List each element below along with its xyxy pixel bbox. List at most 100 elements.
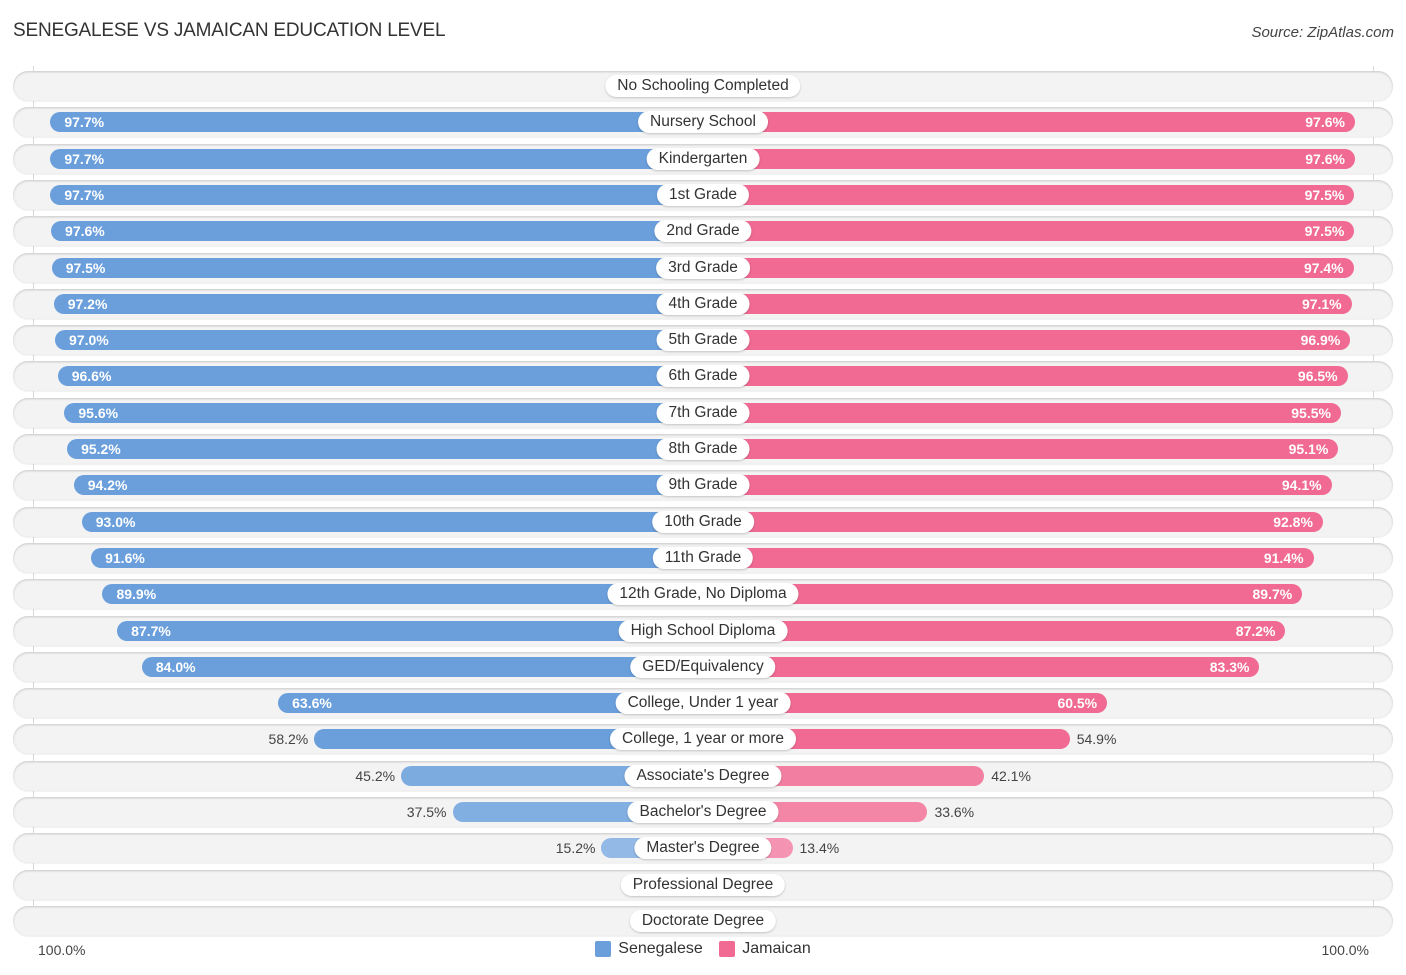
bar-senegalese[interactable] xyxy=(73,475,703,496)
bar-jamaican[interactable] xyxy=(703,184,1355,205)
bar-jamaican[interactable] xyxy=(703,293,1352,314)
legend-item-senegalese[interactable]: Senegalese xyxy=(595,940,703,958)
category-label: Master's Degree xyxy=(634,837,772,860)
bar-senegalese[interactable] xyxy=(81,511,703,532)
value-label-senegalese: 93.0% xyxy=(95,513,136,530)
legend-label: Jamaican xyxy=(742,940,811,957)
category-label: High School Diploma xyxy=(618,619,788,642)
value-label-senegalese: 97.0% xyxy=(69,332,109,349)
value-label-senegalese: 89.9% xyxy=(116,586,157,603)
bar-senegalese[interactable] xyxy=(141,656,703,677)
value-label-jamaican: 42.1% xyxy=(991,767,1031,784)
bar-jamaican[interactable] xyxy=(703,257,1354,278)
legend-item-jamaican[interactable]: Jamaican xyxy=(719,940,811,958)
value-label-senegalese: 84.0% xyxy=(155,658,196,675)
bar-senegalese[interactable] xyxy=(50,112,703,133)
value-label-senegalese: 97.2% xyxy=(67,295,108,312)
category-label: 12th Grade, No Diploma xyxy=(607,583,799,606)
category-label: 11th Grade xyxy=(652,546,754,569)
category-label: College, Under 1 year xyxy=(615,692,791,715)
value-label-senegalese: 96.6% xyxy=(71,368,112,385)
value-label-jamaican: 97.5% xyxy=(1304,223,1345,240)
value-label-senegalese: 97.7% xyxy=(64,186,105,203)
bar-senegalese[interactable] xyxy=(64,402,703,423)
value-label-senegalese: 97.7% xyxy=(64,114,105,131)
category-label: 7th Grade xyxy=(656,401,750,424)
legend: Senegalese Jamaican xyxy=(0,940,1406,962)
bar-jamaican[interactable] xyxy=(703,330,1351,351)
category-label: Professional Degree xyxy=(620,873,786,896)
bar-jamaican[interactable] xyxy=(703,402,1341,423)
bar-jamaican[interactable] xyxy=(703,366,1348,387)
category-label: Associate's Degree xyxy=(624,764,782,787)
bar-senegalese[interactable] xyxy=(55,330,703,351)
bar-senegalese[interactable] xyxy=(67,439,703,459)
value-label-senegalese: 37.5% xyxy=(406,804,447,820)
bar-senegalese[interactable] xyxy=(50,148,703,169)
category-label: 2nd Grade xyxy=(654,220,752,243)
bar-jamaican[interactable] xyxy=(703,620,1286,641)
category-label: 1st Grade xyxy=(656,183,750,206)
bar-jamaican[interactable] xyxy=(703,656,1260,677)
value-label-senegalese: 95.2% xyxy=(81,441,121,457)
legend-swatch-senegalese xyxy=(595,941,612,957)
bar-senegalese[interactable] xyxy=(51,221,703,242)
legend-label: Senegalese xyxy=(618,940,703,957)
bar-senegalese[interactable] xyxy=(117,620,703,641)
value-label-jamaican: 91.4% xyxy=(1263,549,1304,566)
bar-jamaican[interactable] xyxy=(703,221,1355,242)
value-label-jamaican: 60.5% xyxy=(1057,695,1098,712)
value-label-senegalese: 63.6% xyxy=(292,695,332,712)
category-label: GED/Equivalency xyxy=(630,655,776,678)
value-label-senegalese: 58.2% xyxy=(268,731,309,748)
value-label-jamaican: 87.2% xyxy=(1235,622,1276,639)
category-label: 9th Grade xyxy=(656,474,750,497)
value-label-senegalese: 97.7% xyxy=(64,150,105,167)
category-label: 4th Grade xyxy=(656,292,750,315)
value-label-jamaican: 54.9% xyxy=(1076,731,1117,748)
bar-senegalese[interactable] xyxy=(51,257,703,278)
bar-jamaican[interactable] xyxy=(703,511,1323,532)
value-label-jamaican: 97.1% xyxy=(1301,295,1342,312)
legend-swatch-jamaican xyxy=(719,941,736,957)
value-label-jamaican: 97.4% xyxy=(1303,259,1344,276)
value-label-jamaican: 97.6% xyxy=(1305,150,1345,167)
value-label-senegalese: 45.2% xyxy=(355,767,396,784)
value-label-senegalese: 97.6% xyxy=(65,223,105,240)
bar-jamaican[interactable] xyxy=(703,547,1314,568)
bar-senegalese[interactable] xyxy=(50,184,703,205)
value-label-jamaican: 95.1% xyxy=(1288,441,1329,457)
chart-area: 2.3%2.4%No Schooling Completed97.7%97.6%… xyxy=(0,0,1406,975)
value-label-jamaican: 95.5% xyxy=(1291,404,1331,421)
value-label-senegalese: 91.6% xyxy=(105,549,145,566)
bar-senegalese[interactable] xyxy=(53,293,703,314)
value-label-jamaican: 33.6% xyxy=(934,804,975,820)
value-label-jamaican: 89.7% xyxy=(1252,586,1293,603)
category-label: Bachelor's Degree xyxy=(627,801,779,823)
category-label: 6th Grade xyxy=(656,365,750,388)
value-label-senegalese: 95.6% xyxy=(78,404,119,421)
bar-senegalese[interactable] xyxy=(57,366,703,387)
value-label-jamaican: 96.5% xyxy=(1297,368,1338,385)
category-label: College, 1 year or more xyxy=(610,728,796,751)
value-label-jamaican: 83.3% xyxy=(1209,658,1250,675)
category-label: 5th Grade xyxy=(656,329,750,352)
bar-jamaican[interactable] xyxy=(703,475,1332,496)
bar-jamaican[interactable] xyxy=(703,439,1339,459)
value-label-jamaican: 97.5% xyxy=(1304,186,1345,203)
bar-senegalese[interactable] xyxy=(91,547,703,568)
bar-jamaican[interactable] xyxy=(703,112,1355,133)
value-label-jamaican: 97.6% xyxy=(1305,114,1345,131)
value-label-jamaican: 13.4% xyxy=(799,840,840,857)
category-label: 3rd Grade xyxy=(656,256,750,279)
value-label-senegalese: 97.5% xyxy=(65,259,106,276)
bar-jamaican[interactable] xyxy=(703,148,1355,169)
category-label: 8th Grade xyxy=(656,438,750,460)
category-label: Nursery School xyxy=(638,111,768,134)
category-label: No Schooling Completed xyxy=(605,75,801,97)
value-label-jamaican: 94.1% xyxy=(1281,477,1322,494)
value-label-senegalese: 94.2% xyxy=(87,477,128,494)
value-label-senegalese: 15.2% xyxy=(555,840,596,857)
value-label-jamaican: 96.9% xyxy=(1300,332,1341,349)
category-label: Doctorate Degree xyxy=(629,909,777,932)
